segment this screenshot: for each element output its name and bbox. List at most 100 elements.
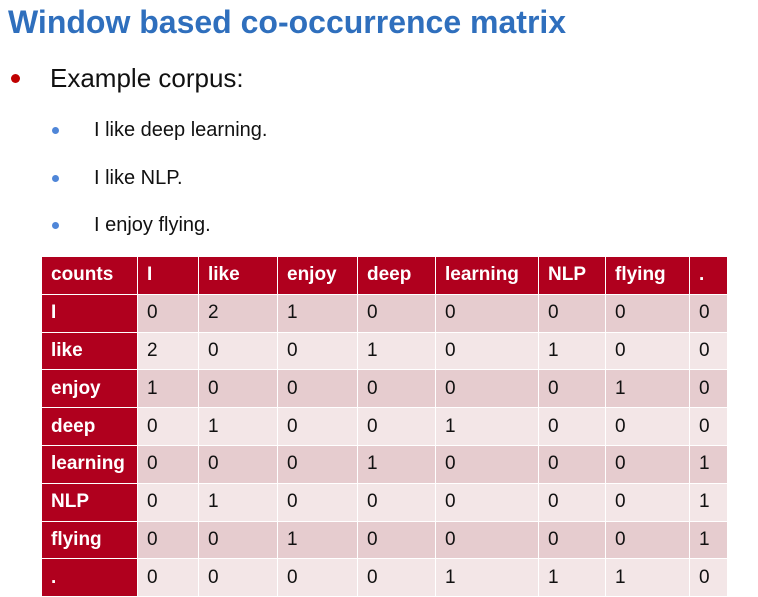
table-cell: 1 [357,331,436,371]
table-cell: 0 [357,558,436,597]
table-cell: 1 [198,482,278,522]
table-cell: 1 [198,407,278,446]
table-cell: 1 [538,558,606,597]
row-header: NLP [41,482,138,522]
column-header: I [137,256,199,295]
column-header: . [689,256,728,295]
page-title: Window based co-occurrence matrix [8,4,567,40]
corpus-item: I like deep learning. [52,117,267,143]
table-cell: 0 [689,293,728,333]
table-cell: 0 [277,482,358,522]
table-cell: 1 [538,331,606,371]
table-cell: 2 [137,331,199,371]
main-bullet-text: Example corpus: [50,63,244,93]
table-cell: 2 [198,293,278,333]
table-row: flying 0 0 1 0 0 0 0 1 [41,520,728,560]
corpus-item: I like NLP. [52,165,183,191]
table-cell: 0 [357,293,436,333]
table-row: I 0 2 1 0 0 0 0 0 [41,293,728,333]
table-row: deep 0 1 0 0 1 0 0 0 [41,407,728,446]
corpus-item: I enjoy flying. [52,212,211,238]
table-cell: 1 [689,520,728,560]
table-cell: 0 [137,444,199,484]
table-cell: 0 [198,520,278,560]
table-cell: 0 [605,520,690,560]
table-cell: 0 [435,369,539,409]
row-header: learning [41,444,138,484]
bullet-dot-icon [52,221,59,229]
column-header: learning [435,256,539,295]
table-cell: 0 [277,407,358,446]
bullet-dot-icon [11,73,20,83]
bullet-dot-icon [52,126,59,134]
table-row: . 0 0 0 0 1 1 1 0 [41,558,728,597]
table-cell: 0 [538,293,606,333]
cooccurrence-table: counts I like enjoy deep learning NLP fl… [41,256,728,597]
table-cell: 0 [357,482,436,522]
table-cell: 1 [435,407,539,446]
table-cell: 0 [435,520,539,560]
table-cell: 0 [198,444,278,484]
column-header: like [198,256,278,295]
corpus-sentence: I like deep learning. [94,119,268,141]
table-cell: 0 [137,482,199,522]
table-cell: 0 [198,369,278,409]
row-header: deep [41,407,138,446]
table-cell: 0 [435,293,539,333]
table-cell: 1 [277,293,358,333]
table-cell: 0 [605,407,690,446]
table-row: learning 0 0 0 1 0 0 0 1 [41,444,728,484]
table-cell: 0 [137,558,199,597]
table-cell: 0 [277,369,358,409]
table-row: like 2 0 0 1 0 1 0 0 [41,331,728,371]
table-cell: 1 [605,369,690,409]
corpus-sentence: I like NLP. [94,167,183,189]
table-cell: 0 [538,444,606,484]
table-cell: 0 [198,331,278,371]
table-cell: 0 [435,444,539,484]
row-header: . [41,558,138,597]
table-cell: 0 [538,407,606,446]
table-cell: 0 [605,482,690,522]
bullet-dot-icon [52,174,59,182]
table-cell: 0 [605,444,690,484]
column-header: flying [605,256,690,295]
table-cell: 1 [357,444,436,484]
table-cell: 0 [435,331,539,371]
main-bullet: Example corpus: [8,61,244,95]
table-cell: 0 [689,558,728,597]
column-header: counts [41,256,138,295]
table-cell: 0 [605,293,690,333]
table-cell: 0 [538,520,606,560]
row-header: flying [41,520,138,560]
table-cell: 0 [198,558,278,597]
row-header: enjoy [41,369,138,409]
table-cell: 1 [137,369,199,409]
table-cell: 0 [277,444,358,484]
table-cell: 0 [435,482,539,522]
table-cell: 1 [277,520,358,560]
table-cell: 0 [605,331,690,371]
table-row: NLP 0 1 0 0 0 0 0 1 [41,482,728,522]
table-cell: 0 [277,558,358,597]
corpus-sentence: I enjoy flying. [94,214,211,236]
table-cell: 1 [435,558,539,597]
row-header: I [41,293,138,333]
table-cell: 0 [137,293,199,333]
table-cell: 0 [277,331,358,371]
table-cell: 0 [137,407,199,446]
table-cell: 0 [538,369,606,409]
table-cell: 1 [605,558,690,597]
column-header: deep [357,256,436,295]
table-cell: 1 [689,482,728,522]
table-cell: 0 [689,369,728,409]
table-cell: 0 [357,369,436,409]
table-header-row: counts I like enjoy deep learning NLP fl… [41,256,728,295]
table-cell: 0 [357,407,436,446]
column-header: NLP [538,256,606,295]
table-cell: 0 [357,520,436,560]
table-row: enjoy 1 0 0 0 0 0 1 0 [41,369,728,409]
column-header: enjoy [277,256,358,295]
table-cell: 0 [538,482,606,522]
row-header: like [41,331,138,371]
